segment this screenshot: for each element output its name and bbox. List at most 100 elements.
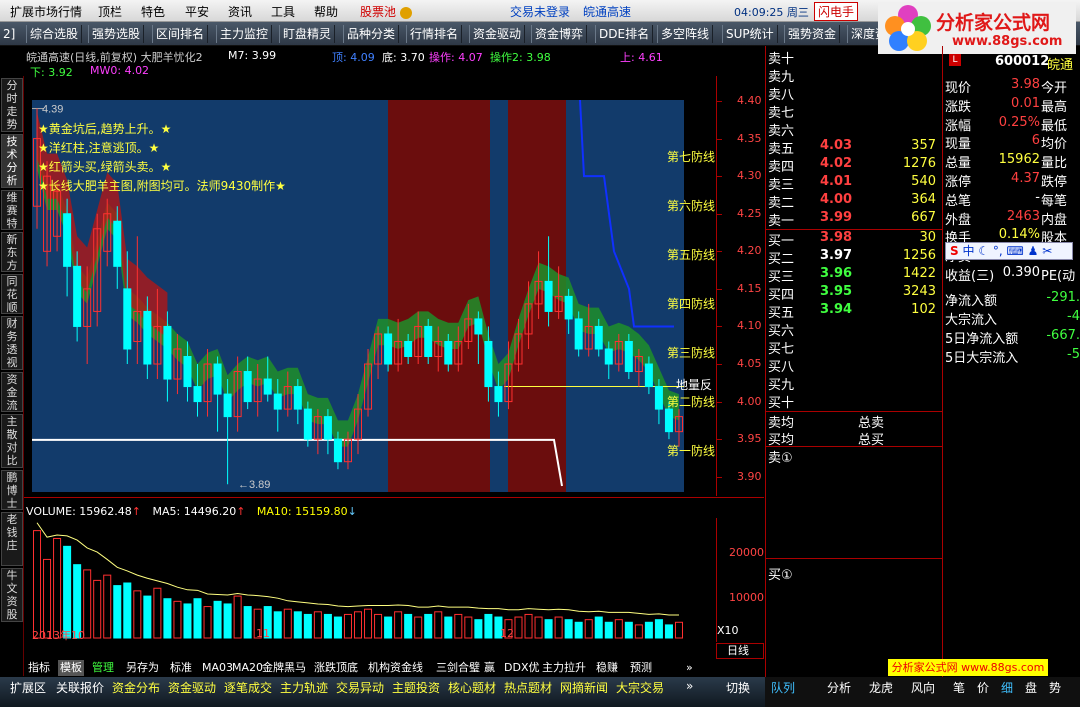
sell1-detail[interactable]: 卖① [768,447,793,466]
toolbar-watch-genie[interactable]: 盯盘精灵 [279,25,336,43]
right-tab-3[interactable]: 风向 [911,679,935,696]
menu-topbar[interactable]: 顶栏 [98,3,122,20]
indicator-tab-2[interactable]: 管理 [90,660,116,676]
candle-body-62 [654,386,663,410]
indicator-tab-4[interactable]: 标准 [168,660,194,676]
left-nav-item-0[interactable]: 分时走势 [1,78,23,132]
left-nav-item-1[interactable]: 技术分析 [1,134,23,188]
bottom-nav-7[interactable]: 主题投资 [392,679,440,696]
toolbar-category[interactable]: 品种分类 [343,25,400,43]
right-tab-7[interactable]: 盘 [1025,679,1037,696]
flow-value-2: -667. [1046,328,1080,343]
toolbar-main-monitor[interactable]: 主力监控 [216,25,273,43]
toolbar-strong-fund[interactable]: 强势资金 [784,25,841,43]
period-label[interactable]: 日线 [716,643,764,659]
bottom-nav-0[interactable]: 扩展区 [10,679,46,696]
tip-2: ★红箭头买,绿箭头卖。★ [38,160,172,174]
bid-label-5: 买六 [768,324,795,339]
indicator-tab-10[interactable]: 三剑合璧 [434,660,482,676]
x-axis-labels: 2013年10 11 12 [24,626,716,642]
toolbar-quote-rank[interactable]: 行情排名 [406,25,463,43]
menu-expand-market[interactable]: 扩展市场行情 [10,3,82,20]
quote-label2-1: 最高 [1041,99,1068,115]
bottom-nav-8[interactable]: 核心题材 [448,679,496,696]
indicator-tab-15[interactable]: 预测 [628,660,654,676]
ask-label-5: 卖五 [768,142,795,157]
right-tab-1[interactable]: 分析 [827,679,851,696]
quote-label2-10: PE(动 [1041,269,1076,284]
flow-label-3: 5日大宗流入 [945,351,1019,366]
right-tab-2[interactable]: 龙虎 [869,679,893,696]
bottom-nav-9[interactable]: 热点题材 [504,679,552,696]
volume-chart[interactable] [24,518,716,642]
left-nav-item-3[interactable]: 新东方 [1,232,23,272]
indicator-tab-3[interactable]: 另存为 [124,660,161,676]
bottom-nav-6[interactable]: 交易异动 [336,679,384,696]
right-tab-4[interactable]: 笔 [953,679,965,696]
toolbar-dde-rank[interactable]: DDE排名 [595,25,654,43]
m7-value: M7: 3.99 [228,49,277,62]
ask-price-7: 4.01 [820,174,853,189]
quote-value-2: 0.25% [998,114,1040,130]
bottom-nav-more[interactable]: » [686,679,693,693]
price-tick-1: 4.35 [737,131,762,145]
indicator-tab-1[interactable]: 模板 [58,660,84,676]
right-tab-5[interactable]: 价 [977,679,989,696]
quote-label2-3: 均价 [1041,137,1068,153]
toolbar-strong-pick[interactable]: 强势选股 [88,25,145,43]
indicator-tab-7[interactable]: 金牌黑马 [260,660,308,676]
left-nav-item-9[interactable]: 老钱庄 [1,512,23,566]
toolbar-range-rank[interactable]: 区间排名 [152,25,209,43]
trade-login-link[interactable]: 交易未登录 [510,3,570,20]
menu-help[interactable]: 帮助 [314,3,338,20]
bottom-nav-11[interactable]: 大宗交易 [616,679,664,696]
menu-tools[interactable]: 工具 [271,3,295,20]
menu-special[interactable]: 特色 [141,3,165,20]
bottom-nav-4[interactable]: 逐笔成交 [224,679,272,696]
switch-button[interactable]: 切换 [726,679,750,696]
indicator-tab-11[interactable]: 赢 [482,660,497,676]
menu-news[interactable]: 资讯 [228,3,252,20]
right-tab-0[interactable]: 队列 [771,679,795,696]
candle-body-59 [624,340,633,373]
top-value: 顶: 4.09 [332,51,375,64]
toolbar-fund-game[interactable]: 资金博弈 [531,25,588,43]
price-axis: 4.40 4.35 4.30 4.25 4.20 4.15 4.10 4.05 4.00 3.95… [716,76,764,496]
left-nav-item-7[interactable]: 主散对比 [1,414,23,468]
candle-body-35 [384,333,393,365]
indicator-tab-13[interactable]: 主力拉升 [540,660,588,676]
bottom-nav-10[interactable]: 网摘新闻 [560,679,608,696]
tip-0: ★黄金坑后,趋势上升。★ [38,122,172,136]
right-tab-8[interactable]: 势 [1049,679,1061,696]
flash-trade-button[interactable]: 闪电手 [814,2,859,21]
bottom-nav-1[interactable]: 关联报价 [56,679,104,696]
stock-pool-button[interactable]: 股票池 [360,3,412,20]
bottom-nav-3[interactable]: 资金驱动 [168,679,216,696]
indicator-tab-12[interactable]: DDX优 [502,660,541,676]
left-nav-item-4[interactable]: 同花顺 [1,274,23,314]
left-nav-item-10[interactable]: 牛文资股 [1,568,23,622]
indicator-tab-14[interactable]: 稳赚 [594,660,620,676]
indicator-tab-8[interactable]: 涨跌顶底 [312,660,360,676]
left-nav-item-6[interactable]: 资金流 [1,372,23,412]
toolbar-composite-pick[interactable]: 综合选股 [26,25,83,43]
bottom-nav-5[interactable]: 主力轨迹 [280,679,328,696]
right-tab-6[interactable]: 细 [1001,679,1013,696]
menu-pingan[interactable]: 平安 [185,3,209,20]
buy1-detail[interactable]: 买① [768,564,793,583]
left-nav-item-5[interactable]: 财务透视 [1,316,23,370]
tip-1: ★洋红柱,注意逃顶。★ [38,141,160,155]
toolbar-bull-bear[interactable]: 多空阵线 [657,25,714,43]
candle-body-18 [213,363,222,395]
indicator-tab-9[interactable]: 机构资金线 [366,660,425,676]
bid-price-4: 3.94 [820,302,853,317]
bottom-nav-2[interactable]: 资金分布 [112,679,160,696]
indicator-tabs-more[interactable]: » [684,660,695,676]
left-nav-item-2[interactable]: 维赛特 [1,190,23,230]
indicator-tab-0[interactable]: 指标 [26,660,52,676]
ime-toolbar[interactable]: S 中 ☾ °, ⌨ ♟ ✂ [945,242,1073,260]
toolbar-sup-stats[interactable]: SUP统计 [722,25,778,43]
level2-icon: L [949,54,961,66]
toolbar-fund-drive[interactable]: 资金驱动 [469,25,526,43]
left-nav-item-8[interactable]: 鹏博士 [1,470,23,510]
